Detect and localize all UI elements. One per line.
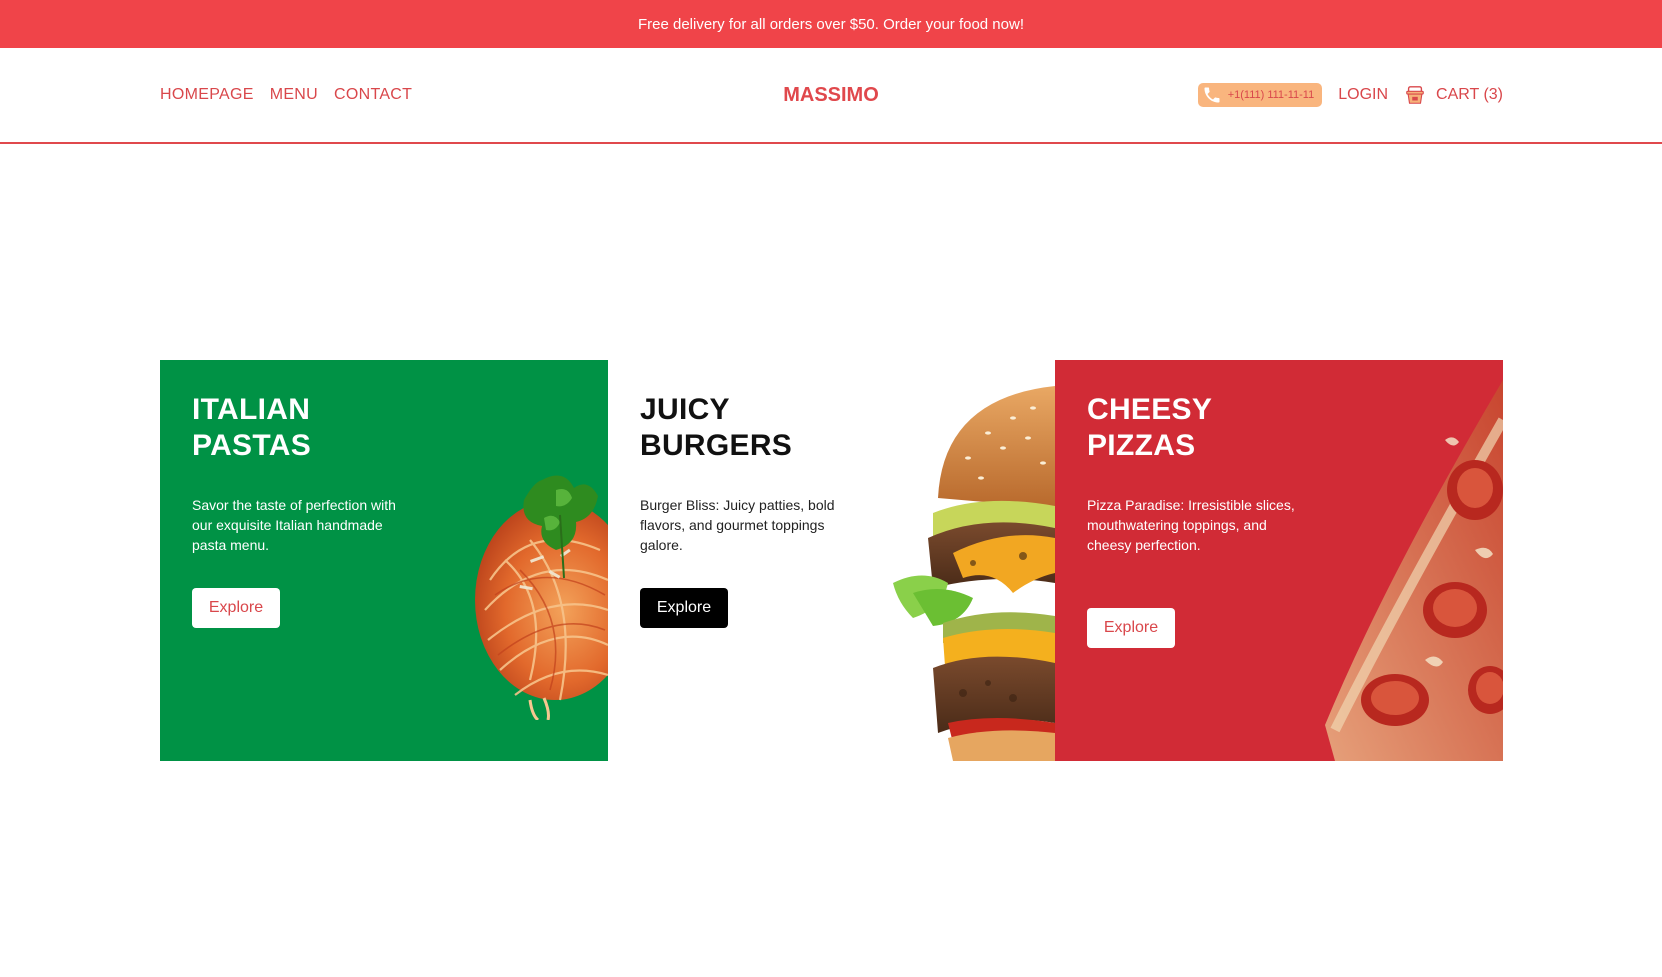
explore-burgers-button[interactable]: Explore (640, 588, 728, 628)
nav-link-contact[interactable]: CONTACT (334, 86, 412, 104)
card-title: CHEESY PIZZAS (1087, 392, 1212, 464)
card-title-line-2: BURGERS (640, 429, 793, 462)
card-title-line-1: ITALIAN (192, 393, 311, 426)
card-description: Burger Bliss: Juicy patties, bold flavor… (640, 497, 835, 553)
category-cards: ITALIAN PASTAS Savor the taste of perfec… (160, 360, 1503, 761)
card-description: Savor the taste of perfection with our e… (192, 497, 396, 553)
card-title-line-1: JUICY (640, 393, 730, 426)
spaghetti-image (475, 475, 608, 720)
nav-actions: +1(111) 111-11-11 LOGIN CART (3) (1197, 48, 1503, 142)
login-link[interactable]: LOGIN (1338, 86, 1388, 104)
pizza-image (1325, 380, 1503, 761)
nav-link-menu[interactable]: MENU (270, 86, 318, 104)
card-title: JUICY BURGERS (640, 392, 792, 464)
nav-link-homepage[interactable]: HOMEPAGE (160, 86, 254, 104)
cart-label: CART (3) (1436, 86, 1503, 103)
explore-pizzas-button[interactable]: Explore (1087, 608, 1175, 648)
card-title-line-2: PIZZAS (1087, 429, 1196, 462)
brand-logo-text[interactable]: MASSIMO (783, 84, 879, 107)
cart-button[interactable]: CART (3) (1404, 84, 1503, 106)
card-title-line-2: PASTAS (192, 429, 312, 462)
card-juicy-burgers: JUICY BURGERS Burger Bliss: Juicy pattie… (608, 360, 1055, 761)
burger-image (893, 386, 1055, 761)
card-description: Pizza Paradise: Irresistible slices, mou… (1087, 497, 1295, 553)
promo-text: Free delivery for all orders over $50. O… (637, 15, 1024, 33)
card-cheesy-pizzas: CHEESY PIZZAS Pizza Paradise: Irresistib… (1055, 360, 1503, 761)
phone-number: +1(111) 111-11-11 (1227, 89, 1315, 101)
card-title: ITALIAN PASTAS (192, 392, 311, 464)
explore-pastas-button[interactable]: Explore (192, 588, 280, 628)
promo-banner: Free delivery for all orders over $50. O… (0, 0, 1662, 48)
basket-icon (1406, 86, 1424, 104)
top-navbar: HOMEPAGE MENU CONTACT MASSIMO +1(111) 11… (0, 48, 1662, 144)
card-title-line-1: CHEESY (1087, 393, 1213, 426)
phone-button[interactable]: +1(111) 111-11-11 (1197, 83, 1323, 107)
nav-links: HOMEPAGE MENU CONTACT (160, 48, 412, 142)
card-italian-pastas: ITALIAN PASTAS Savor the taste of perfec… (160, 360, 608, 761)
phone-icon (1204, 87, 1220, 103)
